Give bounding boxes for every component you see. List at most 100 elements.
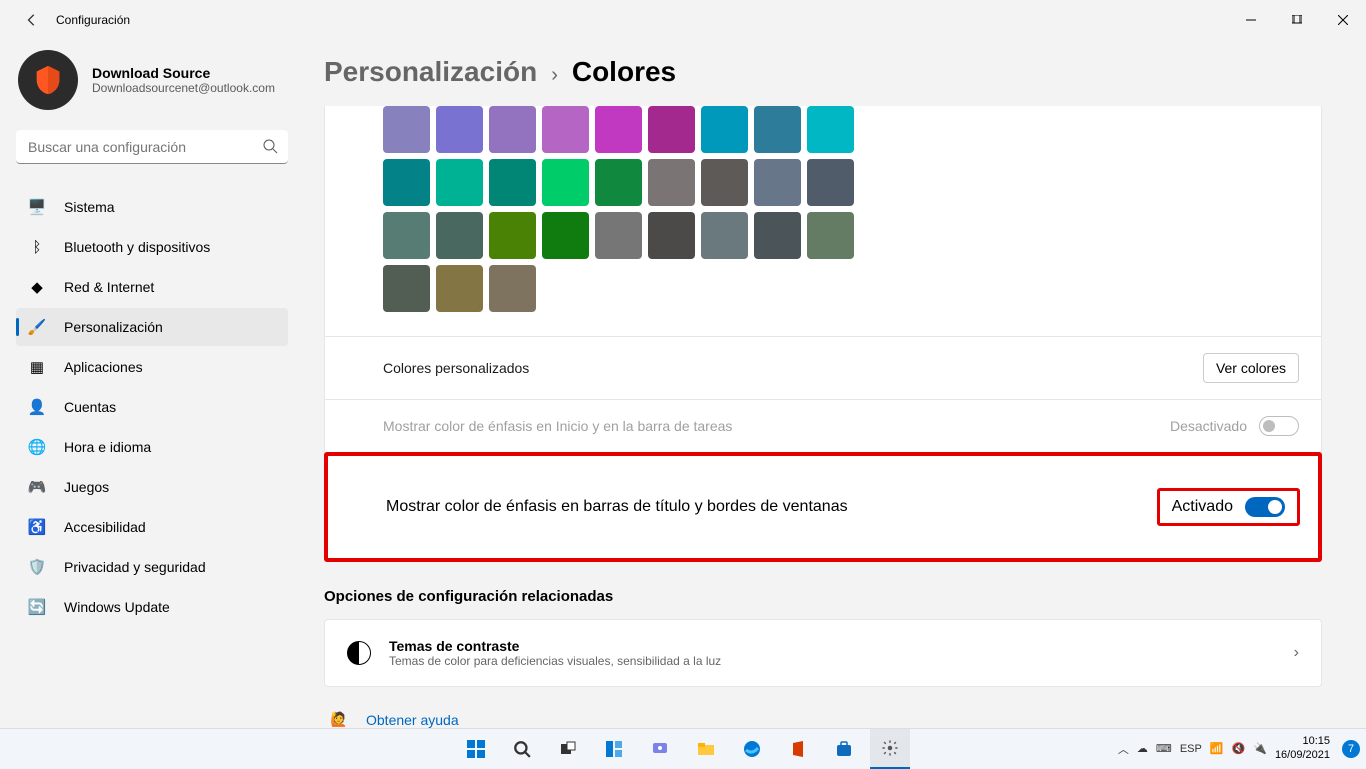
notification-badge[interactable]: 7: [1342, 740, 1360, 758]
wifi-icon[interactable]: 📶: [1210, 742, 1224, 755]
color-swatch[interactable]: [436, 212, 483, 259]
breadcrumb-parent[interactable]: Personalización: [324, 56, 537, 88]
contrast-themes-subtitle: Temas de color para deficiencias visuale…: [389, 654, 721, 668]
sidebar-item-4[interactable]: ▦Aplicaciones: [16, 348, 288, 386]
accent-title-borders-toggle[interactable]: [1245, 497, 1285, 517]
color-swatch[interactable]: [489, 265, 536, 312]
color-swatch[interactable]: [383, 106, 430, 153]
custom-colors-label: Colores personalizados: [383, 360, 529, 376]
clock-time: 10:15: [1275, 735, 1330, 748]
maximize-button[interactable]: [1274, 0, 1320, 40]
color-swatch[interactable]: [595, 106, 642, 153]
nav-icon: ◆: [28, 278, 46, 296]
accent-title-borders-label: Mostrar color de énfasis en barras de tí…: [386, 498, 848, 516]
breadcrumb-current: Colores: [572, 56, 676, 88]
store-button[interactable]: [824, 729, 864, 769]
color-swatch[interactable]: [542, 212, 589, 259]
color-swatch[interactable]: [489, 212, 536, 259]
widgets-button[interactable]: [594, 729, 634, 769]
window-title: Configuración: [56, 13, 130, 27]
get-help-link[interactable]: 🙋 Obtener ayuda: [324, 711, 1322, 728]
color-swatch[interactable]: [754, 106, 801, 153]
profile-name: Download Source: [92, 65, 275, 81]
nav-label: Bluetooth y dispositivos: [64, 239, 210, 255]
chevron-right-icon: ›: [1294, 644, 1299, 662]
sidebar-item-10[interactable]: 🔄Windows Update: [16, 588, 288, 626]
color-swatch[interactable]: [436, 106, 483, 153]
color-swatch[interactable]: [648, 106, 695, 153]
color-swatch[interactable]: [489, 106, 536, 153]
edge-button[interactable]: [732, 729, 772, 769]
color-swatch[interactable]: [807, 212, 854, 259]
color-swatch[interactable]: [648, 212, 695, 259]
user-profile[interactable]: Download Source Downloadsourcenet@outloo…: [16, 50, 288, 110]
color-swatch[interactable]: [436, 265, 483, 312]
start-button[interactable]: [456, 729, 496, 769]
keyboard-icon[interactable]: ⌨: [1156, 742, 1172, 755]
sidebar-item-9[interactable]: 🛡️Privacidad y seguridad: [16, 548, 288, 586]
sidebar-item-6[interactable]: 🌐Hora e idioma: [16, 428, 288, 466]
language-indicator[interactable]: ESP: [1180, 743, 1202, 755]
color-swatch[interactable]: [383, 212, 430, 259]
sidebar-item-8[interactable]: ♿Accesibilidad: [16, 508, 288, 546]
color-swatch[interactable]: [754, 212, 801, 259]
color-swatch[interactable]: [383, 159, 430, 206]
color-swatch[interactable]: [807, 159, 854, 206]
nav-label: Personalización: [64, 319, 163, 335]
color-swatch[interactable]: [595, 212, 642, 259]
get-help-label: Obtener ayuda: [366, 712, 459, 728]
sidebar-item-0[interactable]: 🖥️Sistema: [16, 188, 288, 226]
clock[interactable]: 10:15 16/09/2021: [1275, 735, 1330, 761]
nav-icon: 🎮: [28, 478, 46, 496]
search-input[interactable]: [16, 130, 288, 164]
related-settings-heading: Opciones de configuración relacionadas: [324, 588, 1322, 605]
sidebar-item-3[interactable]: 🖌️ Personalización: [16, 308, 288, 346]
color-swatch[interactable]: [701, 212, 748, 259]
color-swatch[interactable]: [436, 159, 483, 206]
color-swatch[interactable]: [489, 159, 536, 206]
office-button[interactable]: [778, 729, 818, 769]
view-colors-button[interactable]: Ver colores: [1203, 353, 1299, 383]
help-icon: 🙋: [330, 711, 348, 728]
minimize-button[interactable]: [1228, 0, 1274, 40]
breadcrumb: Personalización › Colores: [324, 56, 1322, 88]
nav-label: Juegos: [64, 479, 109, 495]
settings-button[interactable]: [870, 729, 910, 769]
accent-title-borders-state: Activado: [1172, 498, 1233, 516]
color-swatch-grid: [324, 106, 1322, 337]
nav-label: Red & Internet: [64, 279, 154, 295]
color-swatch[interactable]: [701, 159, 748, 206]
chevron-right-icon: ›: [551, 64, 558, 87]
color-swatch[interactable]: [542, 106, 589, 153]
nav-icon: 🖌️: [28, 318, 46, 336]
nav-icon: 🛡️: [28, 558, 46, 576]
nav-label: Aplicaciones: [64, 359, 143, 375]
color-swatch[interactable]: [754, 159, 801, 206]
back-button[interactable]: [22, 10, 42, 30]
avatar-icon: [18, 50, 78, 110]
sidebar-item-1[interactable]: ᛒBluetooth y dispositivos: [16, 228, 288, 266]
sidebar-item-7[interactable]: 🎮 Juegos: [16, 468, 288, 506]
nav-icon: 🌐: [28, 438, 46, 456]
chat-button[interactable]: [640, 729, 680, 769]
color-swatch[interactable]: [648, 159, 695, 206]
color-swatch[interactable]: [595, 159, 642, 206]
power-icon[interactable]: 🔌: [1253, 742, 1267, 755]
contrast-themes-link[interactable]: Temas de contraste Temas de color para d…: [324, 619, 1322, 687]
tray-chevron-icon[interactable]: ︿: [1118, 741, 1129, 757]
nav-icon: 🔄: [28, 598, 46, 616]
sidebar-item-5[interactable]: 👤Cuentas: [16, 388, 288, 426]
accent-start-taskbar-state: Desactivado: [1170, 418, 1247, 434]
nav-label: Cuentas: [64, 399, 116, 415]
volume-icon[interactable]: 🔇: [1232, 742, 1246, 755]
sidebar-item-2[interactable]: ◆ Red & Internet: [16, 268, 288, 306]
color-swatch[interactable]: [383, 265, 430, 312]
taskbar-search-button[interactable]: [502, 729, 542, 769]
color-swatch[interactable]: [542, 159, 589, 206]
file-explorer-button[interactable]: [686, 729, 726, 769]
task-view-button[interactable]: [548, 729, 588, 769]
color-swatch[interactable]: [701, 106, 748, 153]
color-swatch[interactable]: [807, 106, 854, 153]
onedrive-icon[interactable]: ☁: [1137, 742, 1148, 755]
close-button[interactable]: [1320, 0, 1366, 40]
